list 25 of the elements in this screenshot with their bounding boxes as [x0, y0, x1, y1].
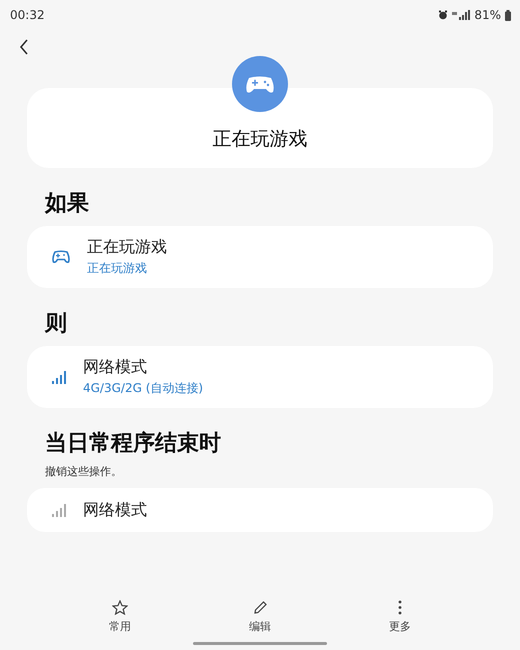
- action-card[interactable]: 正在玩游戏 正在玩游戏: [27, 226, 493, 288]
- pencil-icon: [252, 600, 268, 615]
- battery-icon: [505, 10, 511, 20]
- back-icon[interactable]: [19, 39, 29, 55]
- alarm-icon: [438, 10, 448, 20]
- battery-percent: 81%: [474, 8, 501, 22]
- card-title: 网络模式: [83, 357, 148, 378]
- nav-button[interactable]: 更多: [377, 596, 423, 638]
- card-subtitle: 4G/3G/2G (自动连接): [83, 380, 204, 397]
- section-heading: 如果: [44, 190, 90, 218]
- routine-title: 正在玩游戏: [212, 127, 308, 152]
- action-card[interactable]: 网络模式 4G/3G/2G (自动连接): [27, 346, 493, 408]
- more-icon: [398, 600, 402, 615]
- action-card[interactable]: 网络模式: [27, 488, 493, 532]
- section-note: 撤销这些操作。: [44, 464, 123, 479]
- nav-button[interactable]: 编辑: [237, 596, 283, 638]
- signal-icon: [452, 10, 470, 20]
- star-icon: [112, 600, 128, 615]
- section-heading: 则: [44, 310, 68, 338]
- status-time: 00:32: [10, 8, 45, 22]
- card-title: 正在玩游戏: [87, 237, 167, 258]
- card-subtitle: 正在玩游戏: [87, 260, 148, 277]
- card-title: 网络模式: [83, 500, 147, 520]
- section-heading: 当日常程序结束时: [44, 430, 222, 458]
- nav-button[interactable]: 常用: [97, 596, 143, 638]
